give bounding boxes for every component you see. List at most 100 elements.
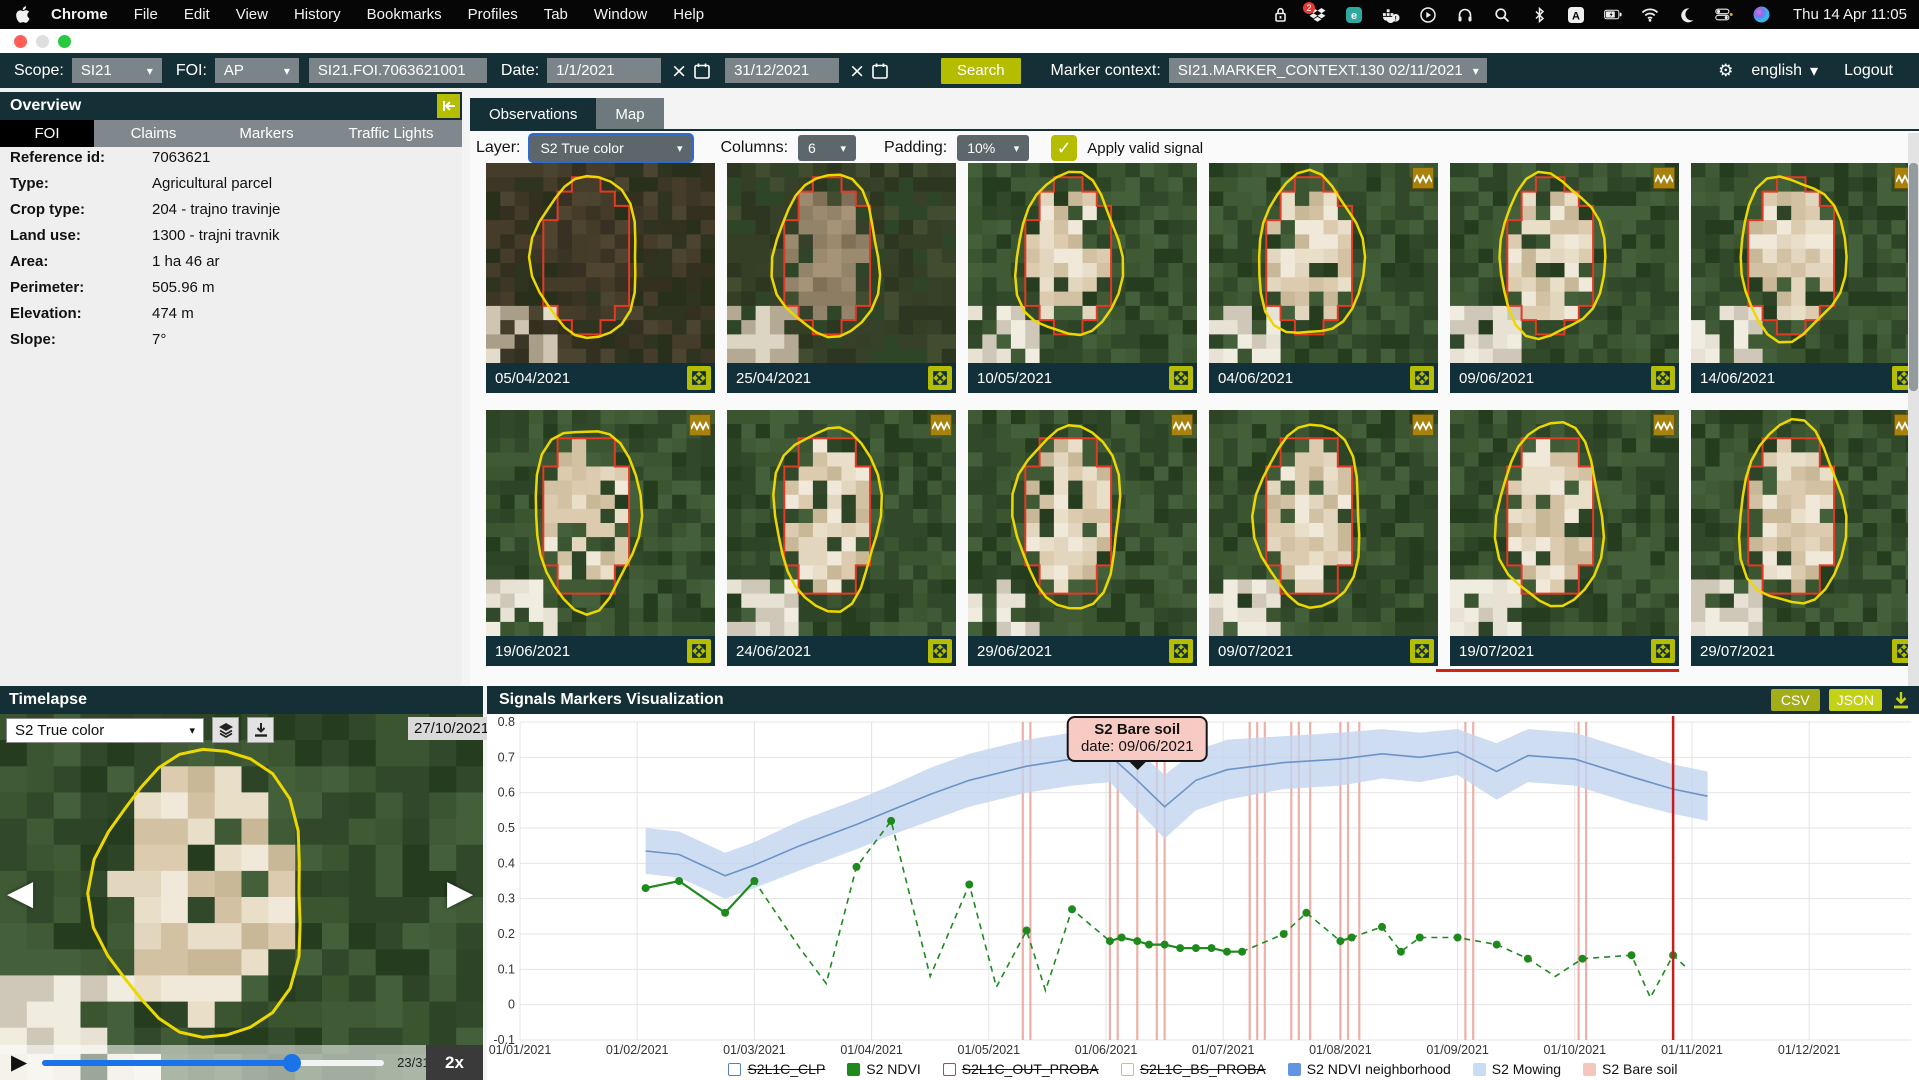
window-minimize-button[interactable] [36,35,49,48]
observation-tile[interactable]: 09/06/2021 [1450,163,1679,393]
headphones-icon[interactable] [1456,6,1474,24]
padding-select[interactable]: 10%▾ [957,135,1029,161]
date-from-field[interactable]: 1/1/2021 [547,58,661,83]
next-frame-button[interactable]: ▶ [447,876,473,910]
apply-valid-signal-checkbox[interactable]: ✓ [1051,135,1077,161]
bluetooth-icon[interactable] [1530,6,1548,24]
apple-logo-icon[interactable] [8,6,38,23]
scope-select[interactable]: SI21▾ [72,58,162,83]
overview-fields: Reference id:7063621Type:Agricultural pa… [0,144,462,352]
observation-tile[interactable]: 19/07/2021 [1450,410,1679,666]
expand-tile-button[interactable] [1651,366,1675,390]
observation-tile[interactable]: 09/07/2021 [1209,410,1438,666]
logout-button[interactable]: Logout [1844,62,1893,80]
settings-gear-icon[interactable]: ⚙ [1718,61,1733,81]
evernote-icon[interactable]: e [1345,6,1363,24]
observation-tile[interactable]: 14/06/2021 [1691,163,1919,393]
legend-item-s2l1c-clp[interactable]: S2L1C_CLP [728,1061,825,1077]
csv-export-button[interactable]: CSV [1771,689,1820,711]
menu-item-edit[interactable]: Edit [171,6,223,23]
playback-speed-button[interactable]: 2x [426,1045,483,1080]
svg-text:01/12/2021: 01/12/2021 [1778,1043,1841,1057]
json-export-button[interactable]: JSON [1829,689,1882,711]
observation-tile[interactable]: 24/06/2021 [727,410,956,666]
search-icon[interactable] [1493,6,1511,24]
control-center-icon[interactable] [1715,6,1733,24]
menu-item-file[interactable]: File [121,6,171,23]
tab-map[interactable]: Map [596,98,663,131]
menu-item-profiles[interactable]: Profiles [455,6,531,23]
expand-tile-button[interactable] [928,639,952,663]
slider-thumb[interactable] [283,1054,301,1072]
docker-icon[interactable]: ! [1382,6,1400,24]
expand-tile-button[interactable] [687,366,711,390]
expand-tile-button[interactable] [1169,366,1193,390]
siri-icon[interactable] [1752,6,1770,24]
wifi-icon[interactable] [1641,6,1659,24]
legend-item-s2l1c-bs-proba[interactable]: S2L1C_BS_PROBA [1121,1061,1266,1077]
expand-tile-button[interactable] [1169,639,1193,663]
input-source-icon[interactable]: A [1567,6,1585,24]
observation-tile[interactable]: 05/04/2021 [486,163,715,393]
tab-observations[interactable]: Observations [470,98,596,131]
clear-date-to-icon[interactable]: × [849,60,865,82]
menu-item-window[interactable]: Window [581,6,660,23]
collapse-panel-button[interactable] [437,94,460,118]
observation-tile[interactable]: 29/06/2021 [968,410,1197,666]
window-close-button[interactable] [14,35,27,48]
download-frame-icon[interactable] [247,717,274,743]
foi-type-select[interactable]: AP▾ [215,58,299,83]
overview-tab-markers[interactable]: Markers [213,120,320,147]
expand-tile-button[interactable] [1410,366,1434,390]
marker-context-select[interactable]: SI21.MARKER_CONTEXT.130 02/11/2021▾ [1169,58,1487,83]
menu-item-view[interactable]: View [223,6,281,23]
menu-item-bookmarks[interactable]: Bookmarks [354,6,455,23]
menu-item-help[interactable]: Help [660,6,717,23]
legend-item-s2-ndvi-neighborhood[interactable]: S2 NDVI neighborhood [1288,1061,1451,1077]
layers-icon[interactable] [212,717,239,743]
expand-tile-button[interactable] [928,366,952,390]
date-to-field[interactable]: 31/12/2021 [725,58,839,83]
moon-icon[interactable] [1678,6,1696,24]
legend-item-s2-mowing[interactable]: S2 Mowing [1473,1061,1561,1077]
observation-tile[interactable]: 29/07/2021 [1691,410,1919,666]
calendar-from-icon[interactable] [693,62,711,80]
overview-tab-foi[interactable]: FOI [0,120,94,147]
previous-frame-button[interactable]: ◀ [7,876,33,910]
calendar-to-icon[interactable] [871,62,889,80]
observation-tile[interactable]: 25/04/2021 [727,163,956,393]
download-icon[interactable] [1891,690,1911,710]
lock-icon[interactable] [1271,6,1289,24]
scrollbar-thumb[interactable] [1909,163,1918,391]
menu-item-chrome[interactable]: Chrome [38,6,121,23]
legend-label: S2 NDVI neighborhood [1307,1061,1451,1077]
menu-item-history[interactable]: History [281,6,354,23]
menu-item-tab[interactable]: Tab [531,6,581,23]
signals-chart[interactable]: 0.80.70.60.50.40.30.20.10-0.101/01/20210… [487,714,1919,1058]
legend-item-s2-ndvi[interactable]: S2 NDVI [847,1061,920,1077]
foi-id-field[interactable]: SI21.FOI.7063621001 [309,58,487,83]
expand-tile-button[interactable] [1410,639,1434,663]
expand-tile-button[interactable] [687,639,711,663]
overview-tab-claims[interactable]: Claims [94,120,213,147]
overview-tab-traffic-lights[interactable]: Traffic Lights [320,120,462,147]
observation-tile[interactable]: 19/06/2021 [486,410,715,666]
timelapse-slider[interactable] [42,1060,384,1066]
observation-tile[interactable]: 10/05/2021 [968,163,1197,393]
battery-icon[interactable] [1604,6,1622,24]
play-circle-icon[interactable] [1419,6,1437,24]
layer-select[interactable]: S2 True color▾ [530,135,692,161]
columns-select[interactable]: 6▾ [798,135,856,161]
timelapse-layer-select[interactable]: S2 True color▾ [6,718,204,743]
clear-date-from-icon[interactable]: × [671,60,687,82]
legend-item-s2-bare-soil[interactable]: S2 Bare soil [1583,1061,1677,1077]
play-button[interactable]: ▶ [11,1052,27,1073]
search-button[interactable]: Search [941,58,1021,84]
svg-text:0.8: 0.8 [498,715,515,729]
window-zoom-button[interactable] [58,35,71,48]
legend-item-s2l1c-out-proba[interactable]: S2L1C_OUT_PROBA [943,1061,1099,1077]
dropbox-icon[interactable]: 2 [1308,6,1326,24]
expand-tile-button[interactable] [1651,639,1675,663]
language-select[interactable]: english▾ [1751,61,1818,80]
observation-tile[interactable]: 04/06/2021 [1209,163,1438,393]
